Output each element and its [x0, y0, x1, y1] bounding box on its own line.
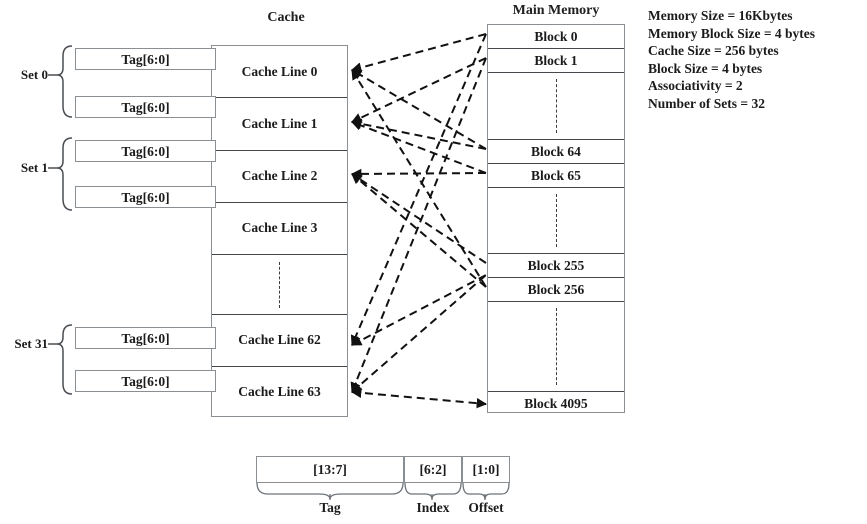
spec-line: Memory Block Size = 4 bytes	[648, 25, 816, 41]
address-brace-tag	[256, 482, 404, 500]
cache-line-label: Cache Line 1	[241, 116, 318, 131]
spec-line: Associativity = 2	[648, 78, 743, 94]
tag-box: Tag[6:0]	[75, 96, 216, 118]
memory-block-label: Block 1	[534, 53, 578, 68]
memory-block-label: Block 0	[534, 29, 578, 44]
set-brace-0	[56, 45, 73, 118]
memory-row-divider	[488, 391, 624, 392]
set-brace-31	[56, 324, 73, 395]
set-label-1: Set 1	[20, 160, 48, 175]
memory-row-divider	[488, 139, 624, 140]
memory-ellipsis-icon	[556, 308, 557, 385]
address-field-tag-bits: [13:7]	[256, 456, 404, 483]
mapping-arrow	[350, 33, 487, 346]
cache-line-label: Cache Line 63	[238, 384, 321, 399]
set-brace-1	[56, 137, 73, 211]
address-field-tag-name: Tag	[319, 500, 341, 515]
spec-list: Memory Size = 16Kbytes Memory Block Size…	[648, 7, 815, 113]
mapping-arrow	[351, 274, 487, 393]
memory-block-label: Block 255	[527, 258, 585, 273]
mapping-arrow	[350, 57, 487, 393]
spec-line: Cache Size = 256 bytes	[648, 43, 779, 59]
tag-box: Tag[6:0]	[75, 140, 216, 162]
memory-row-divider	[488, 301, 624, 302]
memory-block-label: Block 4095	[524, 396, 588, 411]
cache-ellipsis-icon	[279, 262, 280, 308]
tag-box: Tag[6:0]	[75, 48, 216, 70]
mapping-arrow	[351, 69, 487, 150]
set-label-31: Set 31	[14, 336, 48, 351]
mapping-arrow	[350, 168, 487, 180]
cache-row-divider	[212, 150, 347, 151]
tag-box: Tag[6:0]	[75, 370, 216, 392]
memory-ellipsis-icon	[556, 194, 557, 247]
cache-line-label: Cache Line 3	[241, 220, 318, 235]
memory-row-divider	[488, 277, 624, 278]
spec-line: Memory Size = 16Kbytes	[648, 8, 793, 23]
cache-line-label: Cache Line 62	[238, 332, 321, 347]
mapping-arrow	[351, 69, 487, 288]
main-memory-title: Main Memory	[512, 3, 600, 18]
tag-box: Tag[6:0]	[75, 186, 216, 208]
cache-title: Cache	[267, 10, 305, 25]
mapping-arrow	[351, 173, 487, 288]
memory-row-divider	[488, 72, 624, 73]
mapping-arrow	[350, 33, 487, 73]
memory-row-divider	[488, 163, 624, 164]
memory-row-divider	[488, 253, 624, 254]
address-brace-offset	[462, 482, 510, 500]
address-field-offset-name: Offset	[468, 500, 504, 515]
mapping-arrow	[350, 387, 488, 409]
cache-row-divider	[212, 202, 347, 203]
mapping-arrow	[351, 173, 487, 264]
mapping-arrow	[351, 57, 487, 123]
mapping-arrow	[350, 118, 487, 150]
memory-block-label: Block 256	[527, 282, 585, 297]
mapping-arrow	[351, 274, 487, 346]
cache-row-divider	[212, 254, 347, 255]
address-field-index-bits: [6:2]	[404, 456, 462, 483]
memory-ellipsis-icon	[556, 79, 557, 133]
main-memory-box: Block 0 Block 1 Block 64 Block 65 Block …	[487, 24, 625, 413]
set-brace-group	[48, 45, 73, 395]
address-brace-group	[256, 482, 510, 500]
set-label-0: Set 0	[20, 67, 48, 82]
address-field-index-name: Index	[416, 500, 450, 515]
memory-row-divider	[488, 48, 624, 49]
address-brace-index	[404, 482, 462, 500]
memory-row-divider	[488, 187, 624, 188]
spec-line: Number of Sets = 32	[648, 95, 765, 111]
cache-row-divider	[212, 314, 347, 315]
memory-block-label: Block 64	[531, 144, 581, 159]
memory-block-label: Block 65	[531, 168, 581, 183]
cache-line-label: Cache Line 0	[241, 64, 318, 79]
cache-box: Cache Line 0 Cache Line 1 Cache Line 2 C…	[211, 45, 348, 417]
cache-mapping-diagram: Cache Main Memory Cache Line 0 Cache Lin…	[0, 0, 867, 524]
spec-line: Block Size = 4 bytes	[648, 60, 763, 76]
mapping-arrow-group	[350, 33, 488, 409]
tag-box: Tag[6:0]	[75, 327, 216, 349]
cache-row-divider	[212, 366, 347, 367]
cache-line-label: Cache Line 2	[241, 168, 318, 183]
cache-row-divider	[212, 97, 347, 98]
address-field-offset-bits: [1:0]	[462, 456, 510, 483]
mapping-arrow	[351, 120, 487, 174]
